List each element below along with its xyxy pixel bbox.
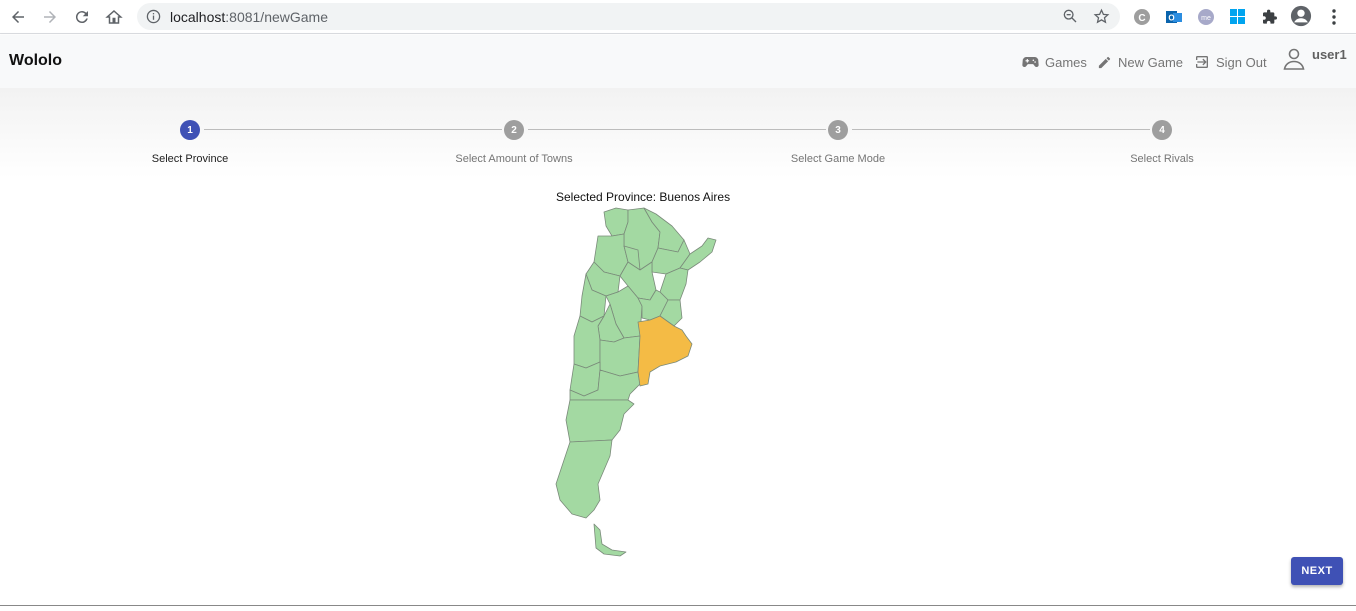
bookmark-star-icon[interactable] — [1093, 8, 1110, 30]
reload-icon[interactable] — [70, 5, 94, 29]
nav-sign-out-label: Sign Out — [1216, 54, 1267, 70]
step-3-label: Select Game Mode — [790, 153, 886, 165]
extension-c-icon[interactable]: C — [1132, 7, 1152, 27]
next-button[interactable]: NEXT — [1291, 557, 1343, 585]
pencil-icon — [1098, 56, 1111, 68]
profile-icon[interactable] — [1290, 5, 1312, 27]
province-chubut[interactable] — [565, 399, 635, 443]
nav-games[interactable]: Games — [1022, 52, 1087, 72]
puzzle-extensions-icon[interactable] — [1260, 7, 1280, 27]
forward-icon[interactable] — [38, 5, 62, 29]
step-connector — [528, 129, 826, 130]
gamepad-icon — [1022, 57, 1039, 68]
step-connector — [204, 129, 502, 130]
svg-text:O: O — [1168, 14, 1174, 23]
nav-games-label: Games — [1045, 54, 1087, 70]
nav-sign-out[interactable]: Sign Out — [1194, 52, 1267, 72]
bottom-divider — [0, 605, 1356, 606]
step-4-circle[interactable]: 4 — [1152, 120, 1172, 140]
svg-text:me: me — [1201, 15, 1211, 22]
url-text: localhost:8081/newGame — [170, 9, 328, 25]
brand-title[interactable]: Wololo — [9, 52, 62, 70]
url-path: :8081/newGame — [225, 9, 328, 25]
menu-dots-icon[interactable] — [1324, 7, 1344, 27]
url-host: localhost — [170, 9, 226, 25]
step-2-circle[interactable]: 2 — [504, 120, 524, 140]
app-header: Wololo Games New Game Sign Out user1 — [0, 35, 1356, 88]
zoom-icon[interactable] — [1062, 8, 1078, 29]
nav-new-game[interactable]: New Game — [1097, 52, 1183, 72]
sign-out-icon — [1196, 56, 1208, 68]
step-4-label: Select Rivals — [1130, 153, 1194, 165]
step-1-label: Select Province — [151, 153, 229, 165]
home-icon[interactable] — [102, 5, 126, 29]
step-1-circle[interactable]: 1 — [180, 120, 200, 140]
province-santacruz[interactable] — [555, 439, 613, 519]
outlook-icon[interactable]: O — [1164, 7, 1184, 27]
nav-user[interactable]: user1 — [1282, 46, 1347, 70]
province-mendoza[interactable] — [573, 315, 605, 369]
province-tierradelfuego[interactable] — [593, 523, 627, 557]
windows-icon[interactable] — [1228, 7, 1248, 27]
selected-province-text: Selected Province: Buenos Aires — [556, 190, 731, 204]
step-3-circle[interactable]: 3 — [828, 120, 848, 140]
province-lapampa[interactable] — [599, 335, 641, 377]
step-2-label: Select Amount of Towns — [455, 153, 573, 165]
user-icon — [1283, 48, 1305, 70]
browser-toolbar: localhost:8081/newGame C O me — [0, 0, 1356, 34]
extension-me-icon[interactable]: me — [1196, 7, 1216, 27]
province-buenosaires[interactable] — [637, 315, 693, 387]
user-name: user1 — [1312, 46, 1347, 62]
back-icon[interactable] — [6, 5, 30, 29]
address-bar[interactable]: localhost:8081/newGame — [137, 3, 1120, 30]
info-icon[interactable] — [146, 9, 161, 29]
argentina-map — [555, 207, 717, 557]
step-connector — [852, 129, 1150, 130]
nav-new-game-label: New Game — [1118, 54, 1184, 70]
svg-text:C: C — [1138, 13, 1145, 24]
